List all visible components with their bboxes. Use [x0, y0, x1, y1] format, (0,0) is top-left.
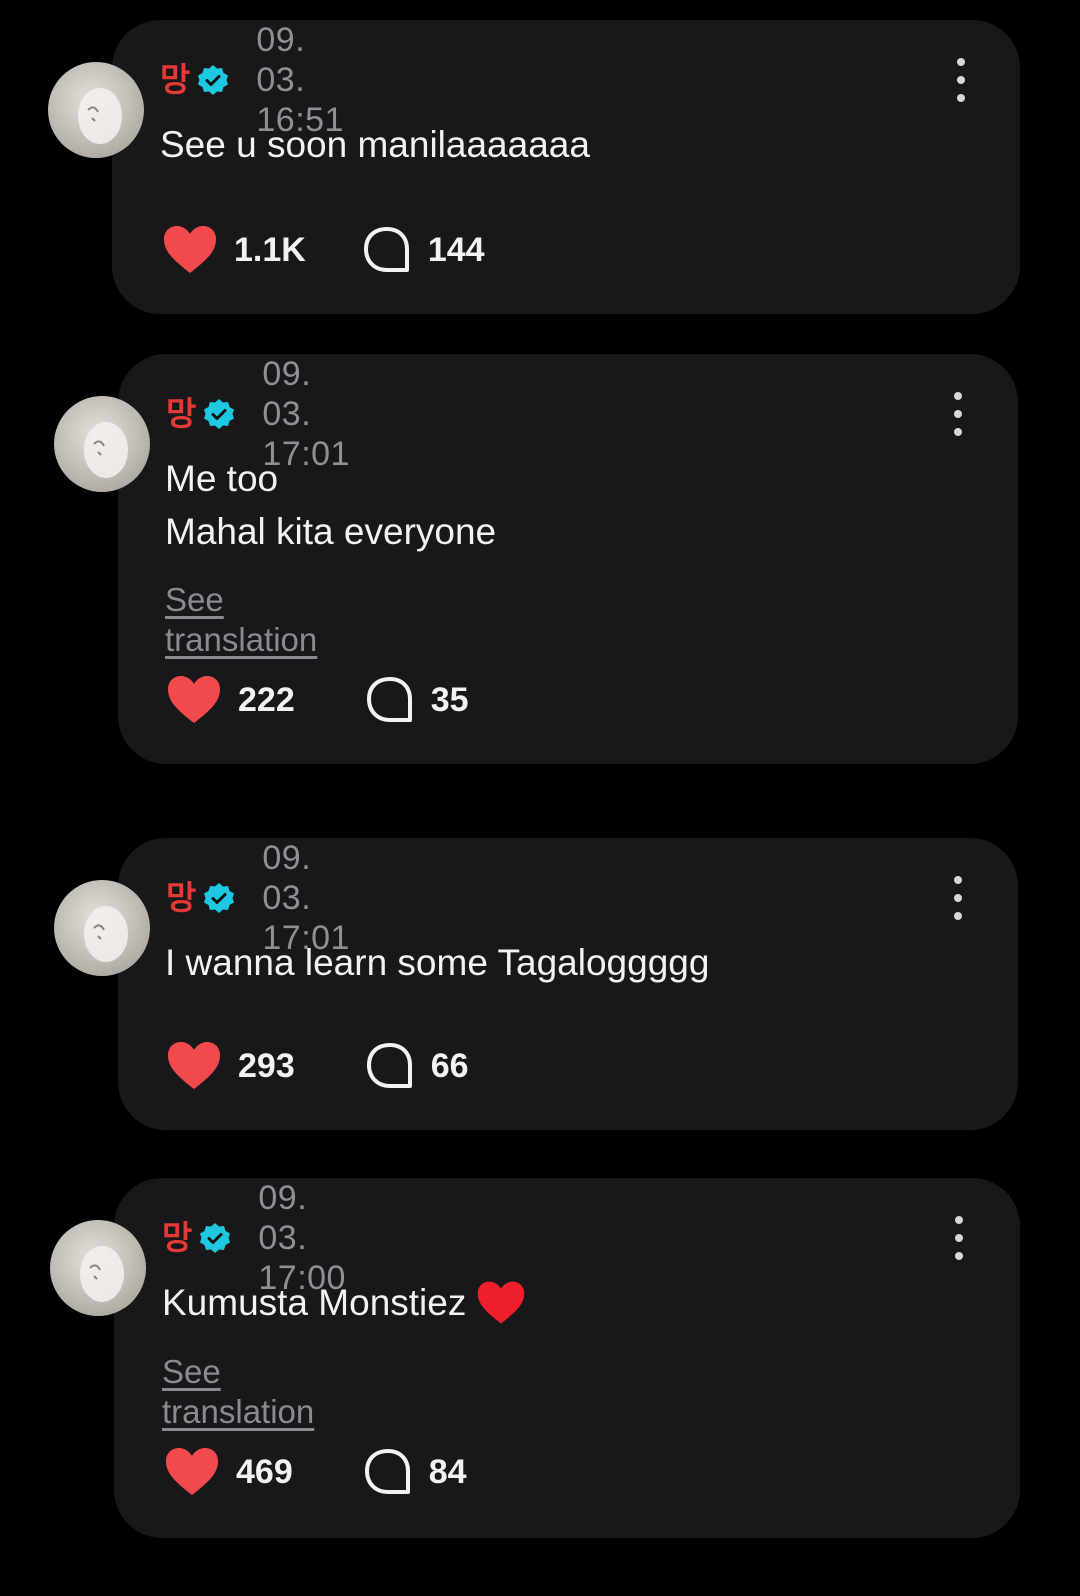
post-header: 망 09. 03. 17:00: [162, 1179, 346, 1297]
post-text-line-1: See u soon manilaaaaaaa: [160, 124, 590, 165]
heart-icon: [162, 225, 218, 275]
more-vertical-icon[interactable]: [944, 1216, 974, 1260]
post-actions: 469 84: [164, 1444, 467, 1500]
like-count: 222: [238, 680, 295, 719]
verified-badge-icon: [202, 397, 236, 431]
post-header: 망 09. 03. 17:01: [166, 355, 350, 473]
comment-button[interactable]: 35: [365, 675, 469, 725]
avatar[interactable]: [54, 396, 150, 492]
see-translation-link[interactable]: See translation: [162, 1352, 314, 1432]
like-button[interactable]: 1.1K: [162, 225, 306, 275]
comment-count: 35: [430, 680, 469, 719]
avatar[interactable]: [48, 62, 144, 158]
username[interactable]: 망: [166, 394, 196, 434]
comment-count: 66: [430, 1046, 469, 1085]
like-button[interactable]: 222: [166, 675, 295, 725]
comment-button[interactable]: 84: [363, 1447, 467, 1497]
comment-button[interactable]: 144: [362, 225, 485, 275]
like-count: 1.1K: [234, 230, 306, 269]
like-button[interactable]: 293: [166, 1041, 295, 1091]
more-vertical-icon[interactable]: [943, 392, 973, 436]
post-text-line-2: Mahal kita everyone: [165, 511, 497, 552]
comment-count: 144: [427, 230, 485, 269]
post-text-line-1: Kumusta Monstiez: [162, 1276, 526, 1329]
verified-badge-icon: [202, 881, 236, 915]
more-vertical-icon[interactable]: [943, 876, 973, 920]
username[interactable]: 망: [166, 878, 196, 918]
comment-button[interactable]: 66: [365, 1041, 469, 1091]
avatar[interactable]: [54, 880, 150, 976]
verified-badge-icon: [198, 1221, 232, 1255]
username[interactable]: 망: [162, 1218, 192, 1258]
post-text: Kumusta Monstiez: [162, 1282, 467, 1323]
verified-badge-icon: [196, 63, 230, 97]
post-header: 망 09. 03. 17:01: [166, 839, 350, 957]
comment-bubble-icon: [363, 1447, 413, 1497]
like-count: 469: [236, 1452, 293, 1491]
comment-bubble-icon: [365, 1041, 415, 1091]
username[interactable]: 망: [160, 60, 190, 100]
heart-icon: [166, 675, 222, 725]
more-vertical-icon[interactable]: [946, 58, 976, 102]
heart-icon: [164, 1447, 220, 1497]
post-header: 망 09. 03. 16:51: [160, 21, 344, 139]
comment-bubble-icon: [362, 225, 412, 275]
post-text-line-1: I wanna learn some Tagaloggggg: [165, 942, 710, 983]
red-heart-icon: [476, 1280, 526, 1326]
heart-icon: [166, 1041, 222, 1091]
see-translation-link[interactable]: See translation: [165, 580, 317, 660]
like-count: 293: [238, 1046, 295, 1085]
avatar[interactable]: [50, 1220, 146, 1316]
like-button[interactable]: 469: [164, 1447, 293, 1497]
post-actions: 1.1K 144: [162, 222, 485, 278]
comment-count: 84: [428, 1452, 467, 1491]
post-actions: 293 66: [166, 1038, 469, 1094]
post-text-line-1: Me too: [165, 458, 279, 499]
comment-bubble-icon: [365, 675, 415, 725]
post-actions: 222 35: [166, 672, 469, 728]
